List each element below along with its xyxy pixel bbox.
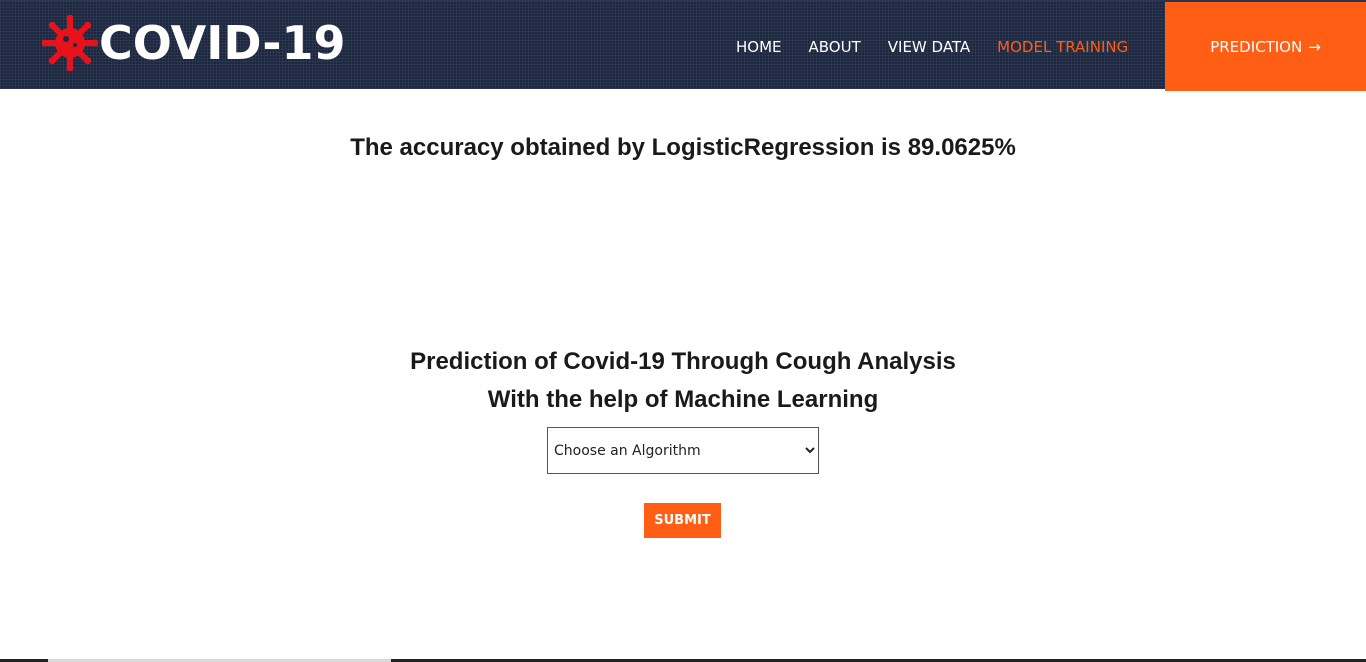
logo[interactable]: COVID-19 <box>42 14 346 72</box>
title-line-2: With the help of Machine Learning <box>487 386 879 413</box>
nav-view-data[interactable]: VIEW DATA <box>888 38 970 56</box>
prediction-label: PREDICTION <box>1210 37 1303 56</box>
accuracy-result: The accuracy obtained by LogisticRegress… <box>350 134 1016 161</box>
page-title: Prediction of Covid-19 Through Cough Ana… <box>0 343 1366 419</box>
algorithm-select-wrapper: Choose an Algorithm <box>547 427 819 474</box>
main-nav: HOME ABOUT VIEW DATA MODEL TRAINING <box>736 2 1155 91</box>
site-header: COVID-19 HOME ABOUT VIEW DATA MODEL TRAI… <box>0 0 1366 91</box>
logo-text: COVID-19 <box>99 16 346 70</box>
virus-icon <box>42 15 98 71</box>
title-line-1: Prediction of Covid-19 Through Cough Ana… <box>410 348 956 375</box>
prediction-button[interactable]: PREDICTION → <box>1165 2 1366 91</box>
algorithm-select[interactable]: Choose an Algorithm <box>547 427 819 474</box>
submit-button[interactable]: SUBMIT <box>644 503 721 538</box>
arrow-right-icon: → <box>1308 37 1321 56</box>
nav-home[interactable]: HOME <box>736 38 782 56</box>
nav-model-training[interactable]: MODEL TRAINING <box>997 38 1128 56</box>
nav-about[interactable]: ABOUT <box>809 38 861 56</box>
